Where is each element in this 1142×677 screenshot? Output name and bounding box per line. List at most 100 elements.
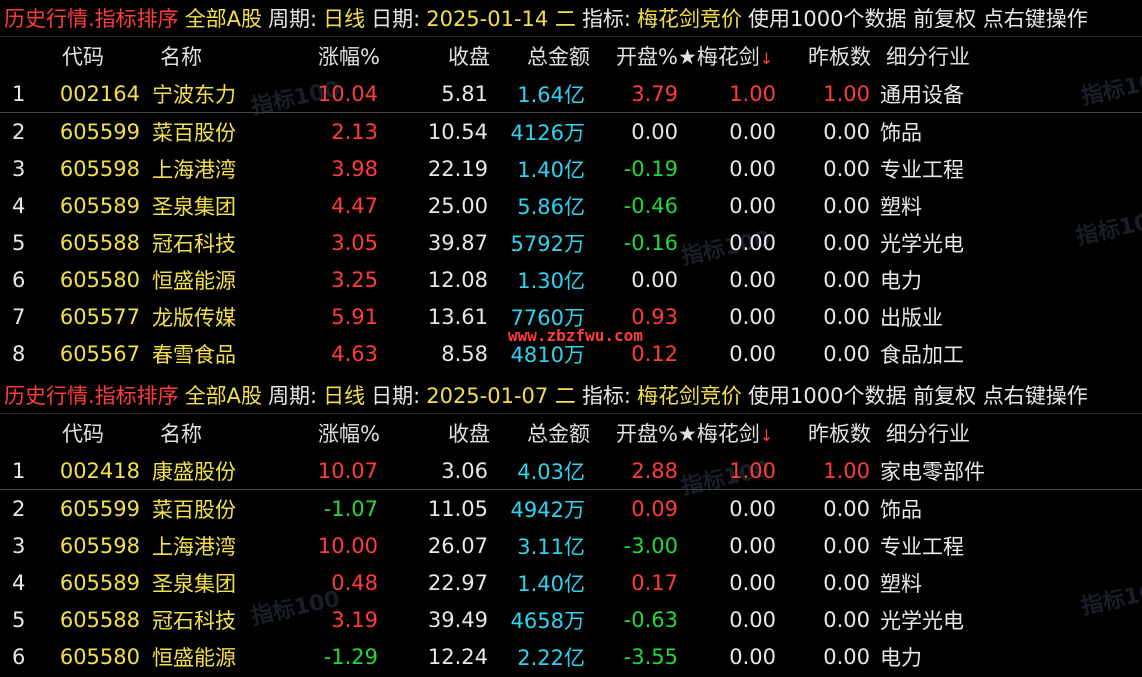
period-label: 周期: bbox=[268, 384, 318, 408]
stock-code: 605580 bbox=[59, 267, 140, 292]
stock-name: 康盛股份 bbox=[152, 459, 236, 484]
stock-name: 恒盛能源 bbox=[152, 268, 236, 293]
stock-code: 605588 bbox=[59, 230, 140, 255]
meihuajian-value: 0.00 bbox=[729, 496, 776, 521]
table-body: 1 002418 康盛股份 10.07 3.06 4.03亿 2.88 1.00 1.00 家电零… bbox=[0, 452, 1142, 675]
col-header-name[interactable]: 名称 bbox=[160, 418, 270, 448]
table-row[interactable]: 2 605599 菜百股份 -1.07 11.05 4942万 0.09 0.00 0.00 饰品 bbox=[0, 490, 1142, 527]
turnover-amount-value: 4942万 bbox=[510, 497, 585, 522]
turnover-amount-value: 4126万 bbox=[510, 120, 585, 145]
change-pct-value: 4.63 bbox=[331, 341, 378, 366]
change-pct-value: 5.91 bbox=[331, 304, 378, 329]
change-pct-value: 10.04 bbox=[317, 81, 378, 106]
market-scope[interactable]: 全部A股 bbox=[185, 3, 262, 33]
industry-value: 出版业 bbox=[880, 305, 943, 330]
table-row[interactable]: 5 605588 冠石科技 3.19 39.49 4658万 -0.63 0.00 0.00 光学… bbox=[0, 601, 1142, 638]
change-pct-value: 10.00 bbox=[317, 533, 378, 558]
close-price-value: 12.08 bbox=[427, 267, 488, 292]
industry-value: 电力 bbox=[880, 268, 922, 293]
row-index: 4 bbox=[12, 193, 26, 218]
industry-value: 食品加工 bbox=[880, 342, 964, 367]
table-row[interactable]: 2 605599 菜百股份 2.13 10.54 4126万 0.00 0.00 0.00 饰品 bbox=[0, 113, 1142, 150]
stock-code: 605598 bbox=[59, 156, 140, 181]
turnover-amount-value: 1.30亿 bbox=[517, 268, 585, 293]
turnover-amount-value: 1.64亿 bbox=[517, 82, 585, 107]
col-header-industry[interactable]: 细分行业 bbox=[886, 418, 1036, 448]
table-row[interactable]: 5 605588 冠石科技 3.05 39.87 5792万 -0.16 0.00 0.00 光学… bbox=[0, 224, 1142, 261]
row-index: 3 bbox=[12, 533, 26, 558]
period-value[interactable]: 日线 bbox=[323, 3, 365, 33]
stock-name: 圣泉集团 bbox=[152, 194, 236, 219]
table-header: 代码 名称 涨幅% 收盘 总金额 开盘%★梅花剑↓ 昨板数 细分行业 bbox=[0, 414, 1142, 452]
table-row[interactable]: 1 002418 康盛股份 10.07 3.06 4.03亿 2.88 1.00 1.00 家电零… bbox=[0, 452, 1142, 490]
change-pct-value: -1.29 bbox=[323, 644, 378, 669]
industry-value: 通用设备 bbox=[880, 82, 964, 107]
col-header-close[interactable]: 收盘 bbox=[430, 41, 490, 71]
ranking-panel-bottom: 历史行情.指标排序 全部A股 周期: 日线 日期: 2025-01-07 二 指… bbox=[0, 377, 1142, 677]
stock-name: 龙版传媒 bbox=[152, 305, 236, 330]
open-pct-value: -0.19 bbox=[623, 156, 678, 181]
col-header-prev-limit[interactable]: 昨板数 bbox=[805, 418, 871, 448]
prev-limit-count-value: 0.00 bbox=[823, 644, 870, 669]
col-header-prev-limit[interactable]: 昨板数 bbox=[805, 41, 871, 71]
indicator-value[interactable]: 梅花剑竞价 bbox=[637, 3, 742, 33]
date-value[interactable]: 2025-01-07 二 bbox=[426, 380, 576, 410]
open-pct-value: -0.16 bbox=[623, 230, 678, 255]
market-scope[interactable]: 全部A股 bbox=[185, 380, 262, 410]
meihuajian-value: 0.00 bbox=[729, 341, 776, 366]
col-header-open-label: 开盘%★梅花剑 bbox=[616, 45, 760, 69]
period-value[interactable]: 日线 bbox=[323, 380, 365, 410]
col-header-code[interactable]: 代码 bbox=[62, 41, 150, 71]
col-header-open-indicator[interactable]: 开盘%★梅花剑↓ bbox=[616, 41, 781, 71]
table-row[interactable]: 1 002164 宁波东力 10.04 5.81 1.64亿 3.79 1.00 1.00 通用设… bbox=[0, 75, 1142, 113]
date-value[interactable]: 2025-01-14 二 bbox=[426, 3, 576, 33]
prev-limit-count-value: 0.00 bbox=[823, 230, 870, 255]
prev-limit-count-value: 1.00 bbox=[823, 81, 870, 106]
row-index: 5 bbox=[12, 230, 26, 255]
meihuajian-value: 0.00 bbox=[729, 156, 776, 181]
col-header-industry[interactable]: 细分行业 bbox=[886, 41, 1036, 71]
prev-limit-count-value: 0.00 bbox=[823, 267, 870, 292]
options-text: 使用1000个数据 前复权 点右键操作 bbox=[748, 384, 1088, 408]
table-row[interactable]: 3 605598 上海港湾 10.00 26.07 3.11亿 -3.00 0.00 0.00 专… bbox=[0, 527, 1142, 564]
stock-name: 菜百股份 bbox=[152, 120, 236, 145]
row-index: 2 bbox=[12, 119, 26, 144]
col-header-code[interactable]: 代码 bbox=[62, 418, 150, 448]
col-header-change-pct[interactable]: 涨幅% bbox=[300, 41, 380, 71]
table-row[interactable]: 6 605580 恒盛能源 -1.29 12.24 2.22亿 -3.55 0.00 0.00 电… bbox=[0, 638, 1142, 675]
table-row[interactable]: 3 605598 上海港湾 3.98 22.19 1.40亿 -0.19 0.00 0.00 专业… bbox=[0, 150, 1142, 187]
change-pct-value: 10.07 bbox=[317, 458, 378, 483]
indicator-value[interactable]: 梅花剑竞价 bbox=[637, 380, 742, 410]
close-price-value: 5.81 bbox=[441, 81, 488, 106]
table-row[interactable]: 4 605589 圣泉集团 4.47 25.00 5.86亿 -0.46 0.00 0.00 塑料 bbox=[0, 187, 1142, 224]
row-index: 7 bbox=[12, 304, 26, 329]
meihuajian-value: 0.00 bbox=[729, 533, 776, 558]
table-row[interactable]: 4 605589 圣泉集团 0.48 22.97 1.40亿 0.17 0.00 0.00 塑料 bbox=[0, 564, 1142, 601]
turnover-amount-value: 1.40亿 bbox=[517, 571, 585, 596]
col-header-amount[interactable]: 总金额 bbox=[520, 41, 590, 71]
stock-code: 605589 bbox=[59, 570, 140, 595]
col-header-change-pct[interactable]: 涨幅% bbox=[300, 418, 380, 448]
col-header-name[interactable]: 名称 bbox=[160, 41, 270, 71]
col-header-amount[interactable]: 总金额 bbox=[520, 418, 590, 448]
col-header-open-indicator[interactable]: 开盘%★梅花剑↓ bbox=[616, 418, 781, 448]
panel-title-bar[interactable]: 历史行情.指标排序 全部A股 周期: 日线 日期: 2025-01-07 二 指… bbox=[0, 377, 1142, 414]
indicator-label: 指标: bbox=[581, 7, 632, 31]
prev-limit-count-value: 0.00 bbox=[823, 341, 870, 366]
change-pct-value: 4.47 bbox=[331, 193, 378, 218]
table-header: 代码 名称 涨幅% 收盘 总金额 开盘%★梅花剑↓ 昨板数 细分行业 bbox=[0, 37, 1142, 75]
module-title[interactable]: 历史行情.指标排序 bbox=[4, 3, 179, 33]
stock-name: 菜百股份 bbox=[152, 497, 236, 522]
stock-name: 冠石科技 bbox=[152, 231, 236, 256]
row-index: 8 bbox=[12, 341, 26, 366]
meihuajian-value: 0.00 bbox=[729, 267, 776, 292]
module-title[interactable]: 历史行情.指标排序 bbox=[4, 380, 179, 410]
prev-limit-count-value: 0.00 bbox=[823, 533, 870, 558]
panel-title-bar[interactable]: 历史行情.指标排序 全部A股 周期: 日线 日期: 2025-01-14 二 指… bbox=[0, 0, 1142, 37]
sort-desc-icon: ↓ bbox=[759, 49, 774, 68]
open-pct-value: 0.17 bbox=[631, 570, 678, 595]
table-row[interactable]: 6 605580 恒盛能源 3.25 12.08 1.30亿 0.00 0.00 0.00 电力 bbox=[0, 261, 1142, 298]
industry-value: 塑料 bbox=[880, 194, 922, 219]
col-header-close[interactable]: 收盘 bbox=[430, 418, 490, 448]
open-pct-value: 0.00 bbox=[631, 119, 678, 144]
